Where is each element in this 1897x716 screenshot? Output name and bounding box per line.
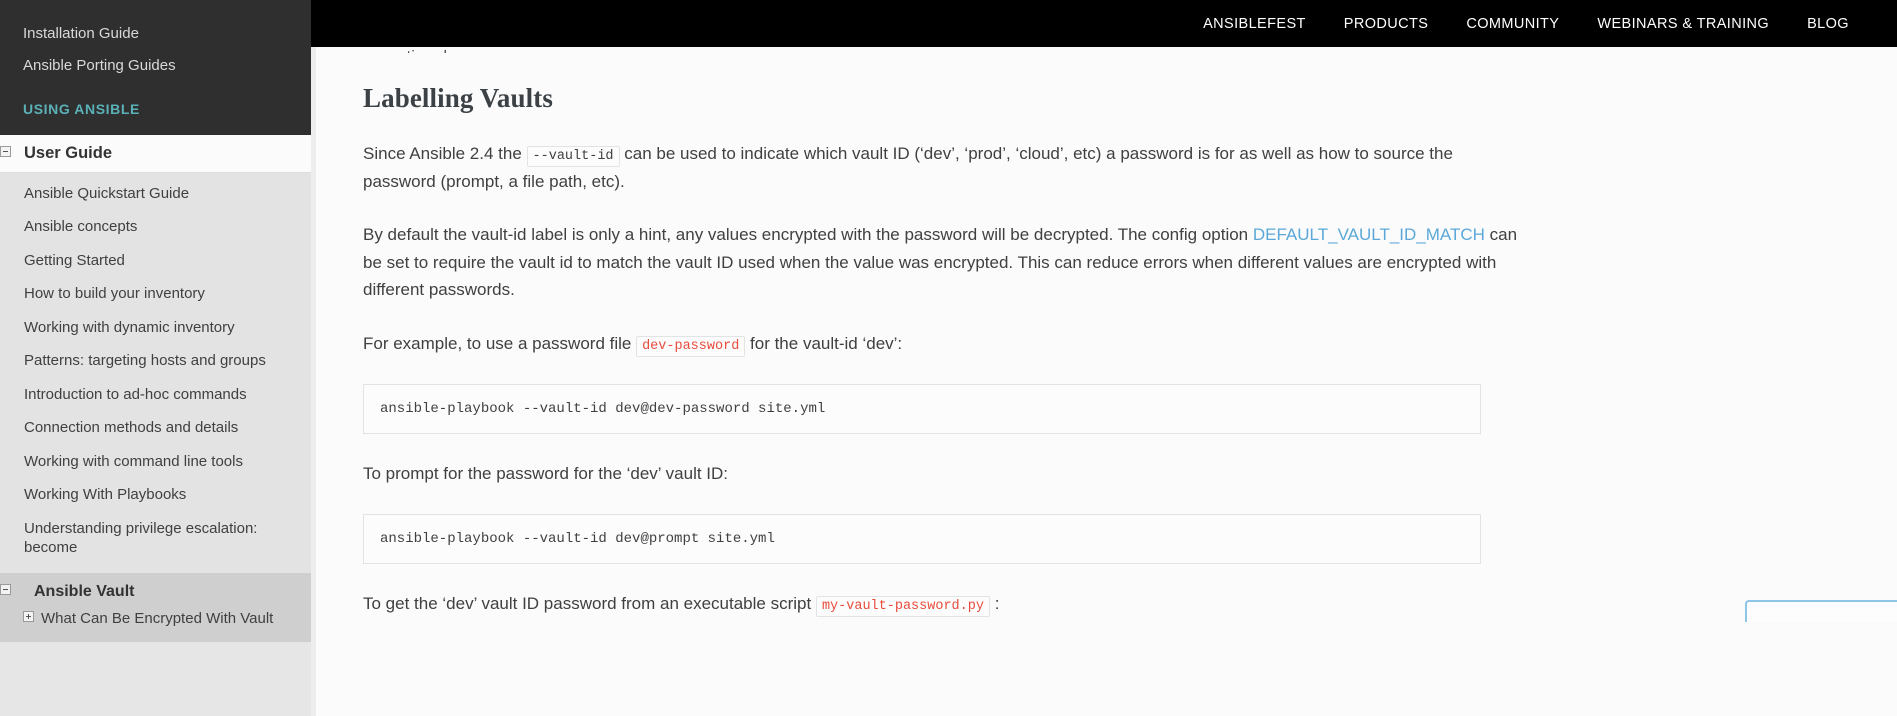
- sidebar-item-user-guide[interactable]: User Guide: [16, 144, 112, 163]
- nav-item-community[interactable]: COMMUNITY: [1466, 16, 1559, 32]
- nav-item-blog[interactable]: BLOG: [1807, 16, 1849, 32]
- paragraph-executable-script: To get the ‘dev’ vault ID password from …: [363, 590, 1523, 618]
- sidebar-item-installation-guide[interactable]: Installation Guide: [0, 18, 311, 50]
- sidebar-item-ansible-vault[interactable]: Ansible Vault: [16, 583, 134, 601]
- paragraph-default-vault-id-match: By default the vault-id label is only a …: [363, 221, 1523, 304]
- sidebar-item-ansible-quickstart-guide[interactable]: Ansible Quickstart Guide: [0, 177, 311, 211]
- sidebar: Installation Guide Ansible Porting Guide…: [0, 0, 311, 716]
- bottom-right-widget[interactable]: [1745, 599, 1897, 622]
- sidebar-item-working-with-command-line-tools[interactable]: Working with command line tools: [0, 445, 311, 479]
- sidebar-item-how-to-build-your-inventory[interactable]: How to build your inventory: [0, 277, 311, 311]
- document-content-area: operational use. Labelling Vaults Since …: [311, 47, 1897, 716]
- nav-item-ansiblefest[interactable]: ANSIBLEFEST: [1203, 16, 1306, 32]
- inline-code-vault-id: --vault-id: [526, 146, 620, 167]
- paragraph-text: By default the vault-id label is only a …: [363, 225, 1253, 245]
- code-block-vault-id-prompt: ansible-playbook --vault-id dev@prompt s…: [363, 513, 1481, 564]
- sidebar-user-guide-header[interactable]: User Guide: [0, 134, 311, 173]
- paragraph-text: for the vault-id ‘dev’:: [745, 333, 903, 353]
- paragraph-vault-id-intro: Since Ansible 2.4 the --vault-id can be …: [363, 140, 1523, 195]
- sidebar-item-understanding-privilege-escalation-become[interactable]: Understanding privilege escalation: beco…: [0, 512, 311, 565]
- sidebar-vault-sublist: What Can Be Encrypted With Vault: [0, 601, 311, 637]
- paragraph-text: :: [989, 593, 1000, 613]
- sidebar-caption-using-ansible: USING ANSIBLE: [23, 100, 140, 117]
- collapse-minus-icon[interactable]: [0, 145, 11, 157]
- inline-code-dev-password: dev-password: [636, 335, 746, 357]
- sidebar-ansible-vault-section: Ansible Vault What Can Be Encrypted With…: [0, 572, 311, 642]
- sidebar-item-patterns-targeting-hosts-and-groups[interactable]: Patterns: targeting hosts and groups: [0, 344, 311, 378]
- inline-code-my-vault-password-py: my-vault-password.py: [815, 595, 990, 617]
- content-scroll-gutter[interactable]: [311, 47, 316, 716]
- top-nav-items: ANSIBLEFEST PRODUCTS COMMUNITY WEBINARS …: [1165, 0, 1897, 47]
- sidebar-item-introduction-to-ad-hoc-commands[interactable]: Introduction to ad-hoc commands: [0, 378, 311, 412]
- expand-plus-icon[interactable]: [23, 610, 34, 622]
- link-default-vault-id-match[interactable]: DEFAULT_VAULT_ID_MATCH: [1253, 225, 1485, 244]
- paragraph-text: For example, to use a password file: [363, 333, 637, 353]
- sidebar-item-ansible-concepts[interactable]: Ansible concepts: [0, 210, 311, 244]
- paragraph-prompt-for-password: To prompt for the password for the ‘dev’…: [363, 464, 729, 484]
- sidebar-ansible-vault-header[interactable]: Ansible Vault: [0, 583, 311, 601]
- clipped-previous-line: operational use.: [363, 47, 1849, 53]
- sidebar-item-what-can-be-encrypted-with-vault[interactable]: What Can Be Encrypted With Vault: [0, 601, 311, 637]
- sidebar-item-label: What Can Be Encrypted With Vault: [41, 609, 274, 627]
- paragraph-text: To get the ‘dev’ vault ID password from …: [363, 593, 816, 613]
- sidebar-user-guide-list: Ansible Quickstart Guide Ansible concept…: [0, 172, 311, 573]
- collapse-minus-icon[interactable]: [0, 583, 11, 595]
- paragraph-password-file-example: For example, to use a password file dev-…: [363, 330, 1523, 358]
- paragraph-text: Since Ansible 2.4 the: [363, 144, 527, 163]
- nav-item-webinars-training[interactable]: WEBINARS & TRAINING: [1597, 16, 1769, 32]
- sidebar-item-connection-methods-and-details[interactable]: Connection methods and details: [0, 411, 311, 445]
- sidebar-dark-section: Installation Guide Ansible Porting Guide…: [0, 0, 311, 135]
- sidebar-item-working-with-playbooks[interactable]: Working With Playbooks: [0, 478, 311, 512]
- nav-item-products[interactable]: PRODUCTS: [1344, 16, 1429, 32]
- page-title: Labelling Vaults: [363, 83, 553, 113]
- code-block-vault-id-file: ansible-playbook --vault-id dev@dev-pass…: [363, 383, 1481, 435]
- sidebar-item-ansible-porting-guides[interactable]: Ansible Porting Guides: [0, 50, 311, 82]
- sidebar-item-getting-started[interactable]: Getting Started: [0, 244, 311, 278]
- sidebar-item-working-with-dynamic-inventory[interactable]: Working with dynamic inventory: [0, 311, 311, 345]
